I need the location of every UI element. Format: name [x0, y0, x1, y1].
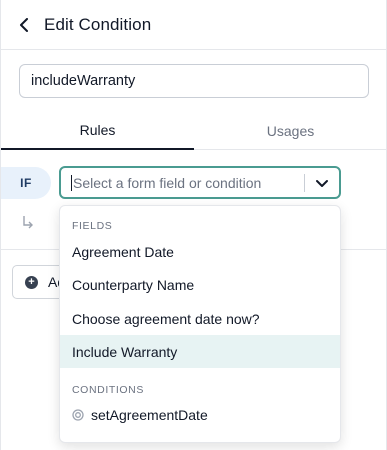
chevron-down-icon[interactable]	[313, 175, 331, 193]
dropdown-option[interactable]: Counterparty Name	[60, 268, 340, 301]
field-select[interactable]: Select a form field or condition	[59, 166, 341, 199]
dropdown-option-highlighted[interactable]: Include Warranty	[60, 335, 340, 368]
arrow-return-icon	[23, 216, 33, 229]
text-caret	[71, 175, 72, 191]
dropdown-option[interactable]: Choose agreement date now?	[60, 302, 340, 335]
field-dropdown-menu: FIELDS Agreement Date Counterparty Name …	[59, 205, 341, 443]
dropdown-condition-option[interactable]: setAgreementDate	[60, 398, 340, 431]
chevron-left-icon	[20, 18, 28, 32]
if-badge: IF	[1, 167, 51, 199]
page-title: Edit Condition	[44, 15, 152, 34]
panel-header: Edit Condition	[1, 0, 386, 50]
select-divider	[304, 174, 305, 192]
condition-option-label: setAgreementDate	[91, 406, 208, 423]
plus-circle-icon: +	[25, 275, 38, 289]
dropdown-option[interactable]: Agreement Date	[60, 235, 340, 268]
tab-usages[interactable]: Usages	[194, 112, 387, 150]
edit-condition-panel: Edit Condition Rules Usages IF Select a …	[0, 0, 387, 450]
condition-name-input[interactable]	[19, 64, 369, 98]
tab-rules[interactable]: Rules	[1, 112, 194, 150]
tab-bar: Rules Usages	[1, 112, 386, 150]
group-label-fields: FIELDS	[72, 220, 113, 232]
condition-icon	[72, 408, 84, 421]
select-placeholder: Select a form field or condition	[73, 175, 262, 191]
back-button[interactable]	[15, 15, 35, 35]
group-label-conditions: CONDITIONS	[72, 384, 144, 396]
